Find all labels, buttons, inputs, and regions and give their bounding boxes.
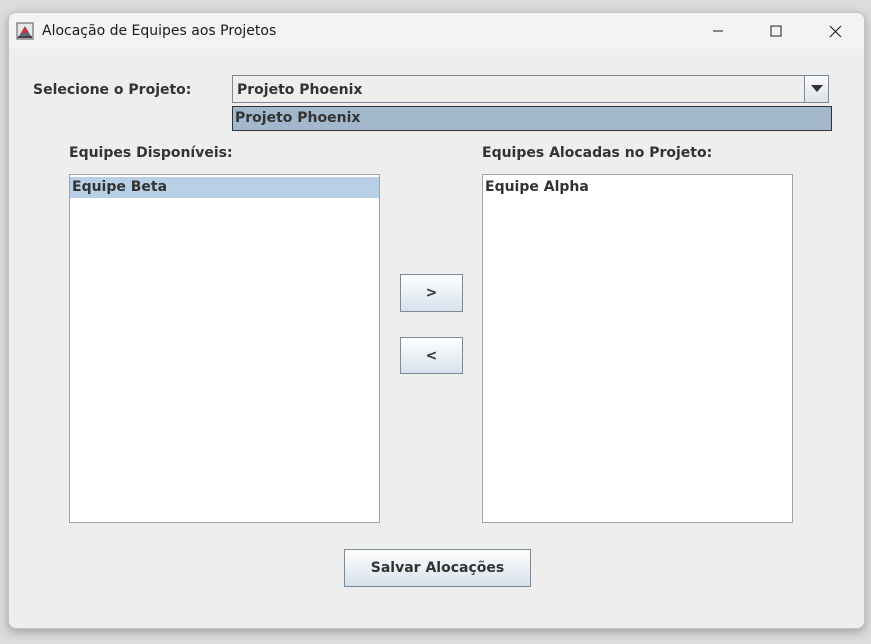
combobox-dropdown-button[interactable] bbox=[804, 76, 828, 102]
app-window: Alocação de Equipes aos Projetos Selecio… bbox=[8, 12, 865, 629]
chevron-down-icon bbox=[810, 85, 823, 92]
allocated-teams-list[interactable]: Equipe Alpha bbox=[482, 174, 793, 523]
available-teams-label: Equipes Disponíveis: bbox=[69, 145, 233, 161]
java-app-icon bbox=[16, 22, 34, 40]
available-teams-list[interactable]: Equipe Beta bbox=[69, 174, 380, 523]
close-icon bbox=[829, 25, 841, 37]
project-dropdown-popup: Projeto Phoenix bbox=[232, 106, 832, 131]
list-item[interactable]: Equipe Beta bbox=[70, 177, 379, 198]
project-combobox-value: Projeto Phoenix bbox=[237, 82, 363, 98]
allocated-teams-label: Equipes Alocadas no Projeto: bbox=[482, 145, 713, 161]
add-team-button[interactable]: > bbox=[400, 274, 463, 312]
remove-team-button[interactable]: < bbox=[400, 337, 463, 374]
title-bar[interactable]: Alocação de Equipes aos Projetos bbox=[9, 13, 864, 49]
minimize-button[interactable] bbox=[689, 13, 747, 49]
project-label: Selecione o Projeto: bbox=[33, 82, 192, 98]
close-button[interactable] bbox=[806, 13, 864, 49]
project-combobox[interactable]: Projeto Phoenix bbox=[232, 75, 829, 103]
maximize-button[interactable] bbox=[747, 13, 805, 49]
save-button[interactable]: Salvar Alocações bbox=[344, 549, 531, 587]
list-item[interactable]: Equipe Alpha bbox=[483, 177, 792, 198]
project-option[interactable]: Projeto Phoenix bbox=[233, 107, 831, 130]
minimize-icon bbox=[713, 30, 723, 32]
window-title: Alocação de Equipes aos Projetos bbox=[42, 23, 277, 39]
maximize-icon bbox=[770, 25, 782, 37]
